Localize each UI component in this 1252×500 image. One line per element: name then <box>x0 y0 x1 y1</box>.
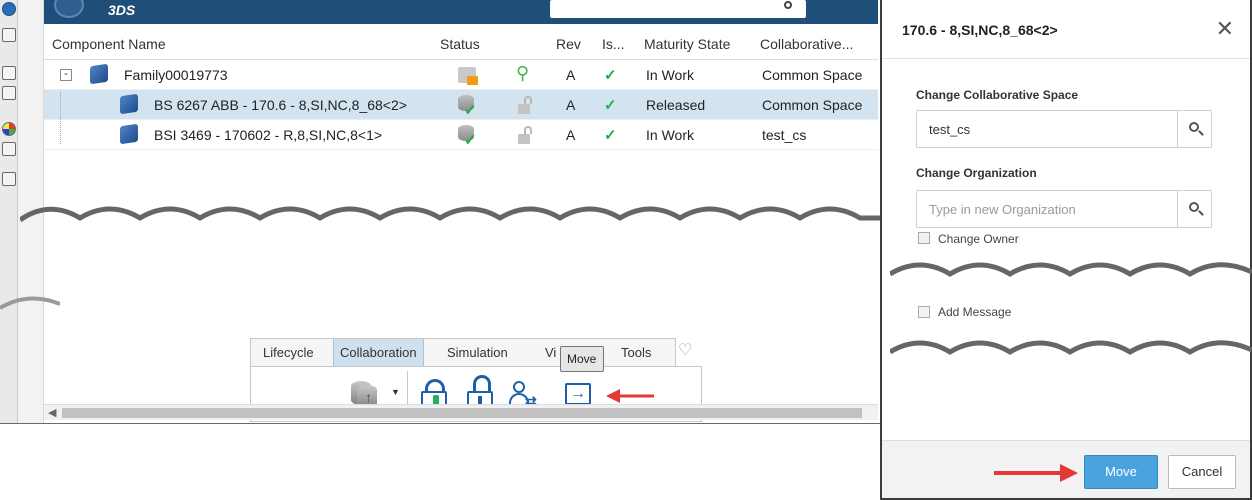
component-name: BSI 3469 - 170602 - R,8,SI,NC,8<1> <box>154 127 383 143</box>
compass-logo-icon[interactable] <box>54 0 84 18</box>
status-released-icon: ✓ <box>458 125 477 149</box>
move-dialog: 170.6 - 8,SI,NC,8_68<2> ✕ Change Collabo… <box>880 0 1252 500</box>
table-icon[interactable] <box>2 172 16 186</box>
header-status[interactable]: Status <box>440 36 480 52</box>
tab-collaboration[interactable]: Collaboration <box>333 339 424 367</box>
color-wheel-icon[interactable] <box>2 122 16 136</box>
collab-space-value: Common Space <box>762 97 863 113</box>
part-icon <box>120 123 138 145</box>
collab-space-value: Common Space <box>762 67 863 83</box>
close-icon[interactable]: ✕ <box>1216 16 1234 42</box>
change-owner-label: Change Owner <box>938 232 1019 246</box>
add-message-label: Add Message <box>938 305 1012 319</box>
dialog-header-divider <box>882 58 1250 59</box>
horizontal-scrollbar[interactable]: ◀ <box>44 404 878 420</box>
cancel-button[interactable]: Cancel <box>1168 455 1236 489</box>
header-collaborative-space[interactable]: Collaborative... <box>760 36 853 52</box>
table-row[interactable]: BSI 3469 - 170602 - R,8,SI,NC,8<1> ✓ A ✓… <box>44 120 878 150</box>
left-toolbar <box>0 0 18 424</box>
rev-value: A <box>566 127 576 143</box>
component-table: Component Name Status Rev Is... Maturity… <box>44 28 878 150</box>
tab-view[interactable]: Vi <box>545 345 556 360</box>
maturity-value: In Work <box>646 127 694 143</box>
collab-space-field[interactable]: test_cs <box>916 110 1212 148</box>
rev-value: A <box>566 97 576 113</box>
collab-space-search-button[interactable] <box>1177 111 1211 147</box>
folder-icon[interactable] <box>2 66 16 80</box>
torn-edge-divider <box>890 256 1252 282</box>
assembly-icon <box>90 63 108 85</box>
organization-label: Change Organization <box>916 166 1037 180</box>
check-icon: ✓ <box>604 97 617 114</box>
move-button[interactable]: Move <box>1084 455 1158 489</box>
collab-space-value: test_cs <box>929 122 971 137</box>
header-maturity-state[interactable]: Maturity State <box>644 36 730 52</box>
header-is[interactable]: Is... <box>602 36 625 52</box>
table-row[interactable]: - Family00019773 ⚲ A ✓ In Work Common Sp… <box>44 60 878 90</box>
tab-tools[interactable]: Tools <box>621 345 651 360</box>
compass-icon[interactable] <box>2 2 16 16</box>
torn-edge-divider <box>890 334 1252 360</box>
header-component-name[interactable]: Component Name <box>52 36 166 52</box>
check-icon: ✓ <box>604 127 617 144</box>
add-message-checkbox[interactable] <box>918 306 930 318</box>
scroll-thumb[interactable] <box>62 408 862 418</box>
top-search-input[interactable] <box>550 0 806 18</box>
maturity-value: Released <box>646 97 706 113</box>
rev-value: A <box>566 67 576 83</box>
scroll-left-icon[interactable]: ◀ <box>48 406 56 419</box>
dialog-footer: Move Cancel <box>882 440 1250 498</box>
tab-lifecycle[interactable]: Lifecycle <box>263 345 314 360</box>
properties-icon[interactable] <box>2 86 16 100</box>
status-in-work-icon <box>458 67 478 85</box>
part-icon <box>120 93 138 115</box>
status-released-icon: ✓ <box>458 95 477 119</box>
unlocked-icon <box>518 126 532 146</box>
dialog-title: 170.6 - 8,SI,NC,8_68<2> <box>902 22 1058 38</box>
table-header: Component Name Status Rev Is... Maturity… <box>44 28 878 60</box>
move-tooltip: Move <box>560 346 604 372</box>
search-icon[interactable] <box>784 1 792 9</box>
collab-space-value: test_cs <box>762 127 807 143</box>
action-bar-tabs: Lifecycle Collaboration Simulation Vi To… <box>250 338 676 367</box>
tab-simulation[interactable]: Simulation <box>447 345 508 360</box>
organization-placeholder: Type in new Organization <box>929 202 1076 217</box>
unlocked-icon <box>518 96 532 116</box>
maturity-value: In Work <box>646 67 694 83</box>
check-icon: ✓ <box>604 67 617 84</box>
header-rev[interactable]: Rev <box>556 36 581 52</box>
3ds-logo-icon: 3DS <box>108 2 136 18</box>
change-owner-checkbox[interactable] <box>918 232 930 244</box>
favorites-chevron-icon[interactable]: ♡ <box>678 340 698 359</box>
red-arrow-icon <box>994 464 1078 482</box>
key-icon: ⚲ <box>516 63 530 83</box>
collab-space-label: Change Collaborative Space <box>916 88 1079 102</box>
collapse-toggle[interactable]: - <box>60 69 72 81</box>
list-icon[interactable] <box>2 142 16 156</box>
cube-icon[interactable] <box>2 28 16 42</box>
top-bar: 3DS <box>44 0 878 24</box>
torn-edge-corner <box>0 292 60 312</box>
red-arrow-icon <box>606 389 654 403</box>
bottom-divider <box>0 423 880 424</box>
component-name: Family00019773 <box>124 67 228 83</box>
component-name: BS 6267 ABB - 170.6 - 8,SI,NC,8_68<2> <box>154 97 407 113</box>
organization-search-button[interactable] <box>1177 191 1211 227</box>
table-row[interactable]: BS 6267 ABB - 170.6 - 8,SI,NC,8_68<2> ✓ … <box>44 90 878 120</box>
torn-edge-divider <box>20 200 880 226</box>
organization-field[interactable]: Type in new Organization <box>916 190 1212 228</box>
tree-connector <box>60 92 61 144</box>
